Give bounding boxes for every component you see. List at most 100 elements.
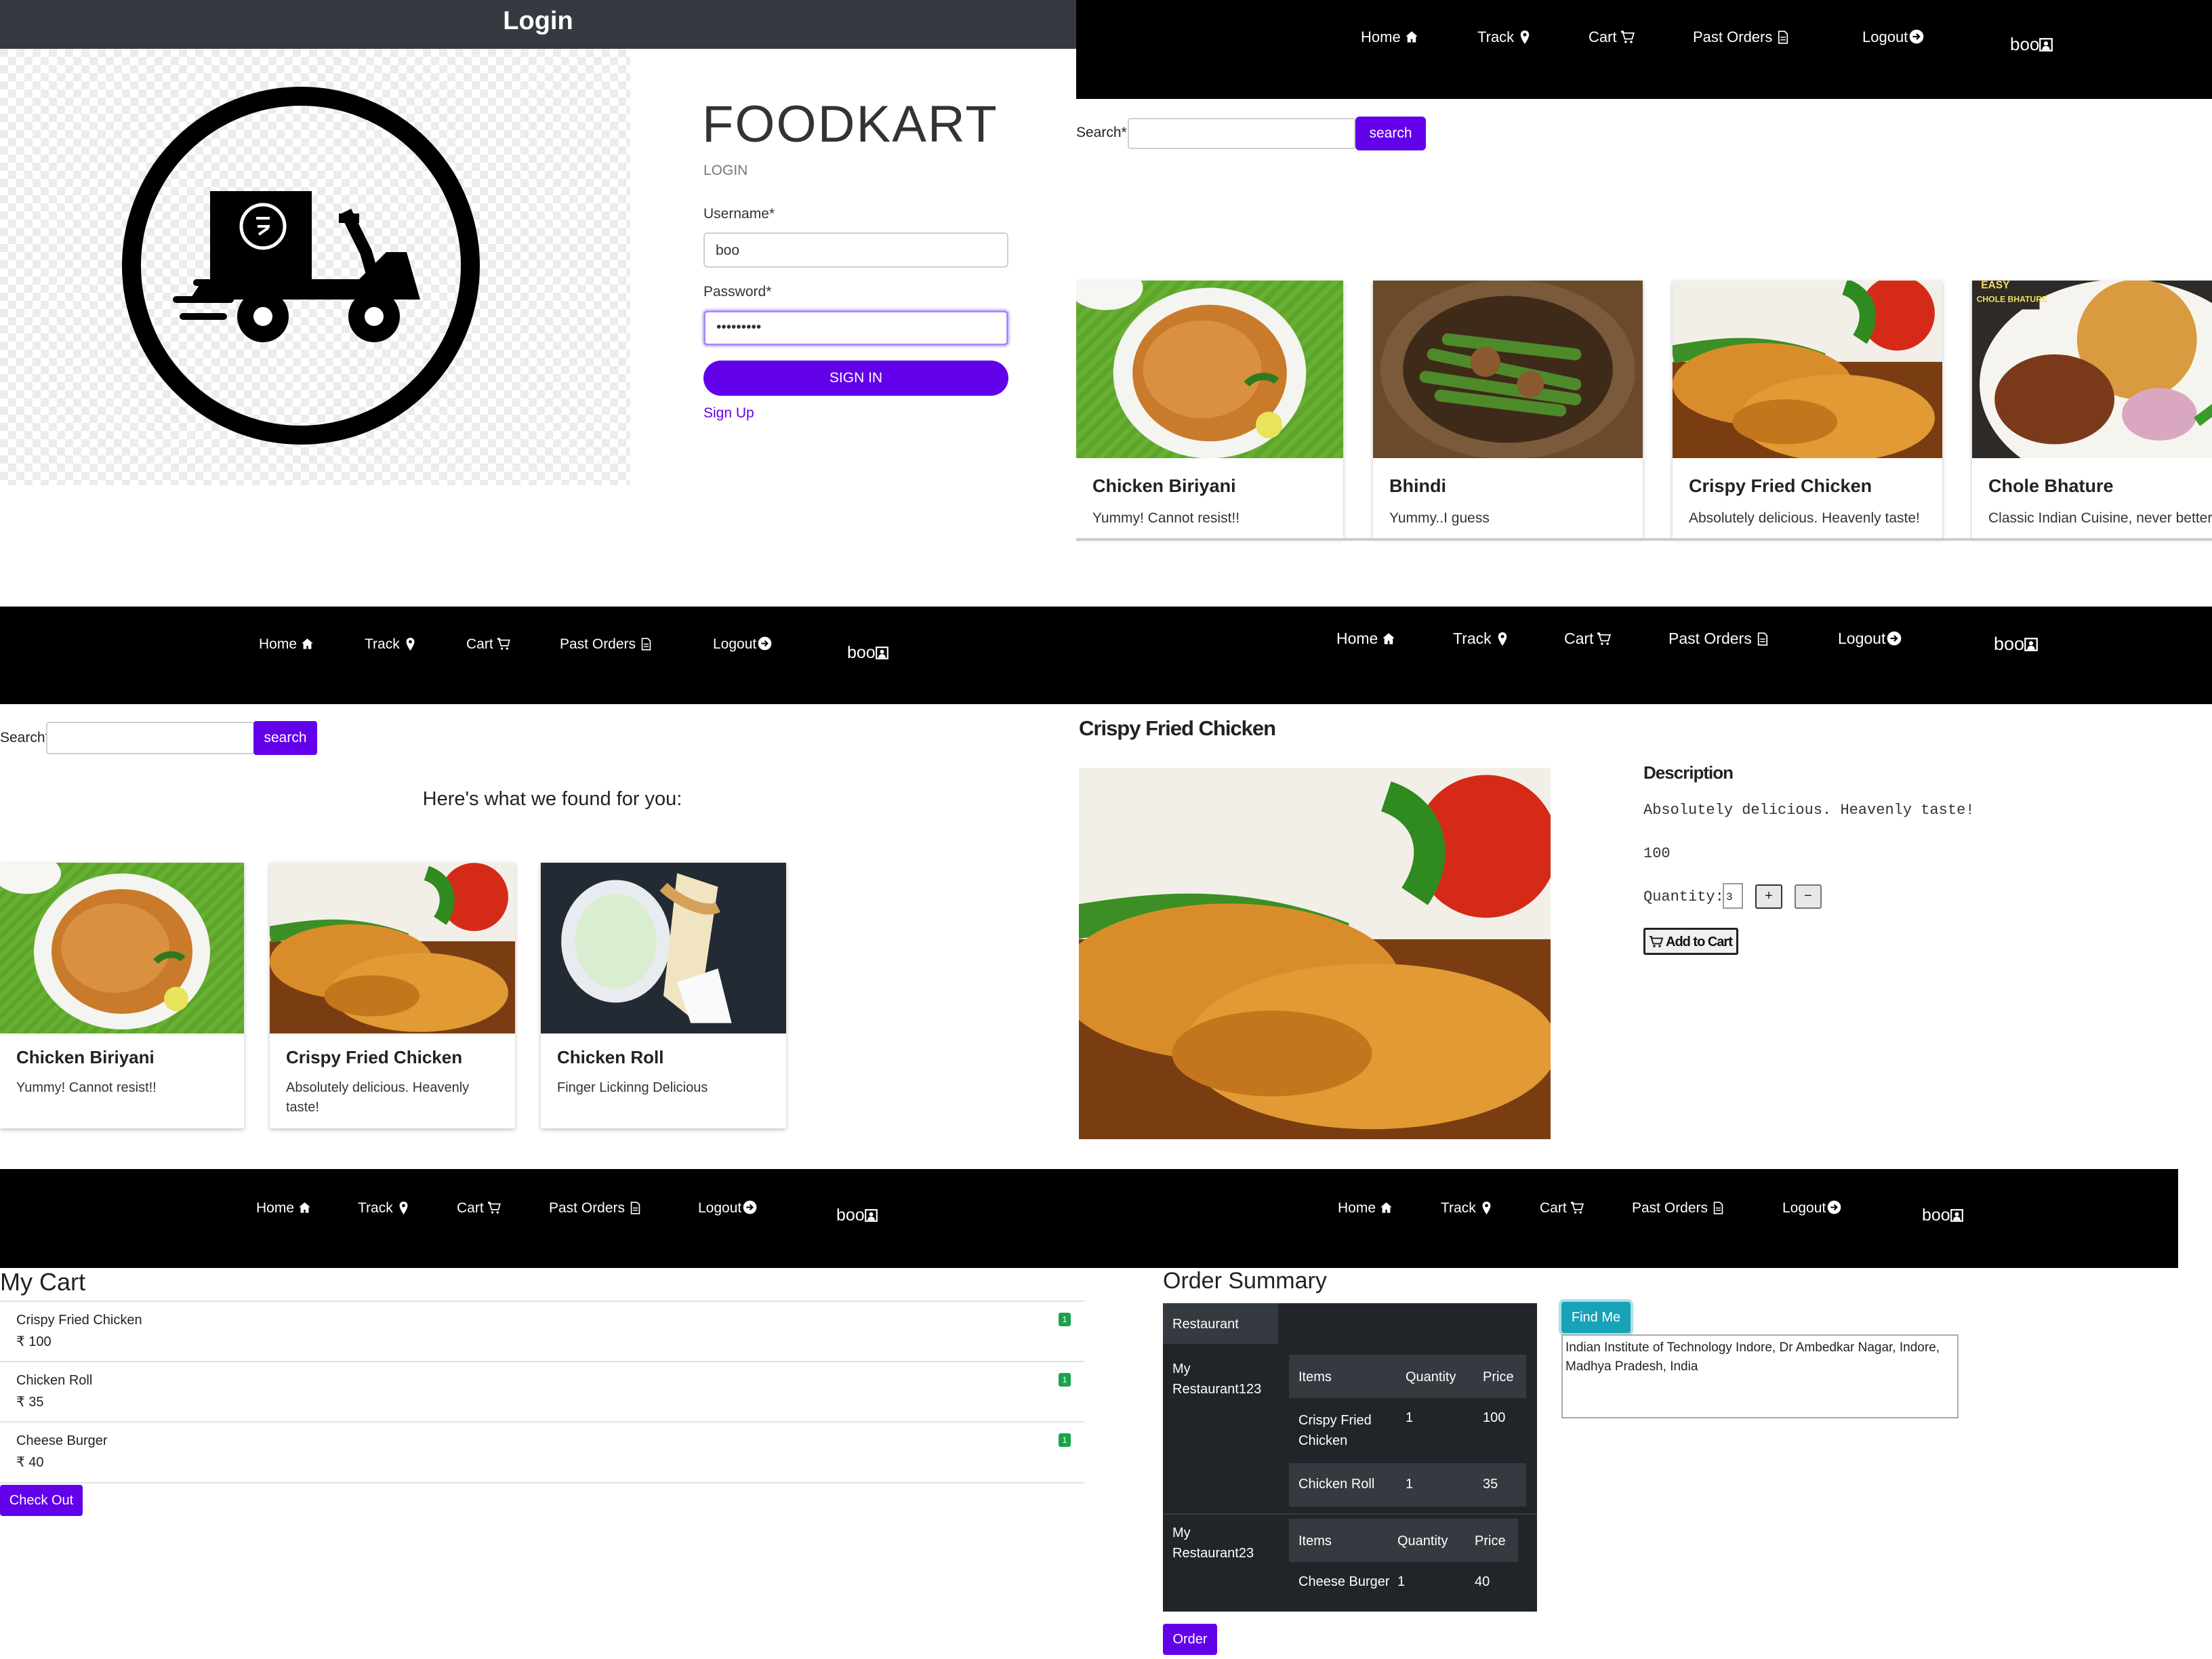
user-menu[interactable]: boo: [2010, 34, 2053, 55]
checkout-button[interactable]: Check Out: [0, 1485, 83, 1516]
item-qty: 1: [1406, 1410, 1414, 1425]
decrement-button[interactable]: −: [1795, 884, 1822, 909]
restaurant-name: My Restaurant123: [1172, 1361, 1262, 1397]
nav-past-orders-label: Past Orders: [1632, 1200, 1708, 1216]
nav-logout[interactable]: Logout: [1838, 630, 1902, 648]
user-menu[interactable]: boo: [1922, 1206, 1963, 1225]
username-field[interactable]: boo: [703, 232, 1008, 268]
nav-logout[interactable]: Logout: [698, 1200, 757, 1216]
nav-cart[interactable]: Cart: [1589, 28, 1635, 46]
food-card[interactable]: Bhindi Yummy..I guess: [1373, 281, 1643, 538]
nav-cart[interactable]: Cart: [1564, 630, 1611, 648]
col-price: Price: [1475, 1534, 1506, 1549]
nav-home[interactable]: Home: [1361, 28, 1418, 46]
nav-cart-label: Cart: [466, 636, 493, 652]
order-button[interactable]: Order: [1163, 1624, 1217, 1655]
order-summary-screen: Home Track Cart Past Orders Logout boo O…: [1084, 1169, 2212, 1659]
nav-past-orders[interactable]: Past Orders: [549, 1200, 642, 1216]
food-description: Absolutely delicious. Heavenly taste!: [286, 1080, 470, 1115]
sign-in-button[interactable]: SIGN IN: [703, 361, 1008, 396]
col-items: Items: [1298, 1534, 1332, 1549]
username-value: boo: [716, 243, 740, 258]
nav-past-orders[interactable]: Past Orders: [560, 636, 653, 653]
search-button[interactable]: search: [1355, 117, 1426, 150]
nav-track[interactable]: Track: [365, 636, 417, 653]
nav-past-orders[interactable]: Past Orders: [1668, 630, 1769, 648]
food-card[interactable]: Chicken Biriyani Yummy! Cannot resist!!: [1076, 281, 1343, 538]
sign-up-link[interactable]: Sign Up: [703, 405, 754, 422]
quantity-input[interactable]: 3: [1723, 883, 1743, 909]
document-icon: [1712, 1202, 1725, 1214]
restaurant-items-table: Items Quantity Price Crispy Fried Chicke…: [1289, 1355, 1526, 1507]
product-description: Absolutely delicious. Heavenly taste!: [1643, 802, 1975, 819]
nav-track[interactable]: Track: [1453, 630, 1509, 648]
add-to-cart-button[interactable]: Add to Cart: [1643, 928, 1738, 955]
food-card[interactable]: Chicken Biriyani Yummy! Cannot resist!!: [0, 863, 244, 1128]
nav-cart-label: Cart: [1540, 1200, 1567, 1216]
user-menu[interactable]: boo: [1994, 634, 2038, 655]
food-title: Chicken Roll: [557, 1047, 664, 1067]
food-card[interactable]: Crispy Fried Chicken Absolutely deliciou…: [1673, 281, 1942, 538]
food-image: [1673, 281, 1942, 458]
nav-logout[interactable]: Logout: [1862, 28, 1924, 46]
user-menu[interactable]: boo: [847, 643, 888, 663]
navbar: Home Track Cart Past Orders Logout boo: [1084, 1169, 2178, 1268]
login-header: Login: [0, 0, 1076, 49]
user-menu[interactable]: boo: [836, 1206, 878, 1225]
password-value: •••••••••: [716, 319, 762, 335]
user-icon: [2039, 38, 2053, 52]
address-textarea[interactable]: Indian Institute of Technology Indore, D…: [1561, 1334, 1959, 1418]
cart-icon: [497, 638, 510, 651]
nav-track[interactable]: Track: [358, 1200, 410, 1216]
col-quantity: Quantity: [1397, 1534, 1448, 1549]
order-summary-title: Order Summary: [1163, 1268, 1327, 1294]
location-pin-icon: [1518, 30, 1532, 44]
navbar: Home Track Cart Past Orders Logout boo: [1076, 0, 2212, 99]
nav-past-orders[interactable]: Past Orders: [1632, 1200, 1725, 1216]
increment-button[interactable]: +: [1755, 884, 1782, 909]
navbar: Home Track Cart Past Orders Logout boo: [1054, 607, 2212, 704]
home-icon: [301, 638, 314, 651]
nav-cart[interactable]: Cart: [1540, 1200, 1584, 1216]
food-card[interactable]: Chole Bhature Classic Indian Cuisine, ne…: [1972, 281, 2212, 538]
password-field[interactable]: •••••••••: [703, 310, 1008, 346]
food-card[interactable]: Chicken Roll Finger Lickinng Delicious: [541, 863, 786, 1128]
cart-screen: Home Track Cart Past Orders Logout boo M…: [0, 1169, 1084, 1659]
cart-icon: [1597, 632, 1611, 646]
nav-home[interactable]: Home: [1338, 1200, 1393, 1216]
nav-home[interactable]: Home: [259, 636, 314, 653]
delivery-logo: [0, 49, 630, 485]
search-button[interactable]: search: [253, 721, 317, 755]
food-description: Yummy! Cannot resist!!: [16, 1080, 157, 1095]
nav-logout[interactable]: Logout: [713, 636, 772, 653]
user-icon: [1950, 1209, 1963, 1222]
horizontal-scrollbar[interactable]: [1076, 538, 2212, 541]
navbar: Home Track Cart Past Orders Logout boo: [0, 607, 1054, 704]
nav-home[interactable]: Home: [1336, 630, 1395, 648]
item-qty: 1: [1397, 1574, 1406, 1589]
order-summary-table: Restaurant My Restaurant123 Items Quanti…: [1163, 1303, 1537, 1612]
home-icon: [1405, 30, 1418, 44]
find-me-button[interactable]: Find Me: [1561, 1302, 1631, 1333]
item-price: 35: [1483, 1477, 1498, 1492]
location-pin-icon: [397, 1202, 410, 1214]
item-name: Cheese Burger: [1298, 1574, 1390, 1589]
nav-past-orders[interactable]: Past Orders: [1693, 28, 1790, 46]
nav-track[interactable]: Track: [1441, 1200, 1493, 1216]
search-input[interactable]: [1128, 118, 1355, 149]
cart-icon: [1571, 1202, 1584, 1214]
home-icon: [298, 1202, 311, 1214]
nav-cart[interactable]: Cart: [466, 636, 510, 653]
food-card[interactable]: Crispy Fried Chicken Absolutely deliciou…: [270, 863, 515, 1128]
navbar: Home Track Cart Past Orders Logout boo: [0, 1169, 1084, 1268]
user-icon: [876, 647, 888, 659]
col-items: Items: [1298, 1370, 1332, 1385]
item-qty: 1: [1406, 1477, 1414, 1492]
food-description: Classic Indian Cuisine, never better: [1988, 510, 2212, 526]
nav-logout[interactable]: Logout: [1782, 1200, 1841, 1216]
nav-home[interactable]: Home: [256, 1200, 311, 1216]
nav-cart[interactable]: Cart: [457, 1200, 501, 1216]
quantity-badge: 1: [1059, 1433, 1071, 1447]
nav-track[interactable]: Track: [1477, 28, 1532, 46]
search-input[interactable]: [46, 722, 255, 754]
